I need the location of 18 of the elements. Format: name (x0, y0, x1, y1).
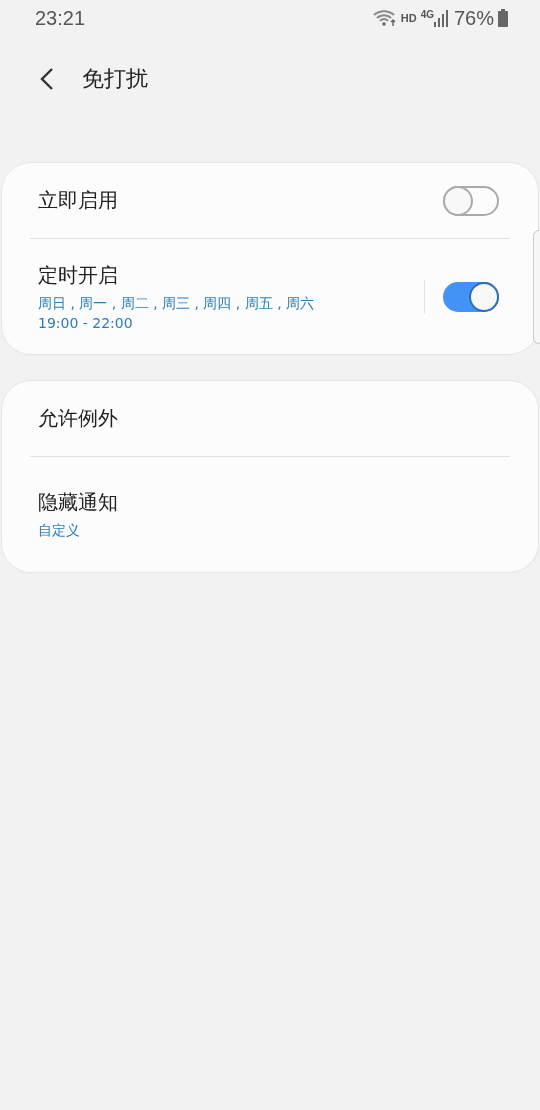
network-label: HD (400, 12, 417, 24)
signal-icon (433, 9, 448, 27)
battery-icon (498, 9, 508, 27)
status-time: 23:21 (35, 6, 87, 30)
edge-panel-handle[interactable] (533, 230, 540, 344)
setting-title[interactable]: 隐藏通知 (38, 489, 510, 516)
page-title: 免打扰 (82, 65, 148, 93)
setting-title[interactable]: 定时开启 (38, 262, 424, 289)
battery-percent: 76% (453, 6, 494, 30)
wifi-icon (372, 9, 397, 27)
network-type: 4G (420, 8, 434, 20)
setting-detail: 19:00 - 22:00 (38, 315, 134, 331)
toggle-switch[interactable] (443, 185, 499, 216)
setting-detail: 周日 , 周一 , 周二 , 周三 , 周四 , 周五 , 周六 (38, 295, 316, 313)
setting-detail: 自定义 (38, 522, 81, 540)
setting-title[interactable]: 允许例外 (38, 405, 510, 432)
toggle-switch[interactable] (443, 281, 499, 312)
setting-title[interactable]: 立即启用 (38, 187, 443, 214)
